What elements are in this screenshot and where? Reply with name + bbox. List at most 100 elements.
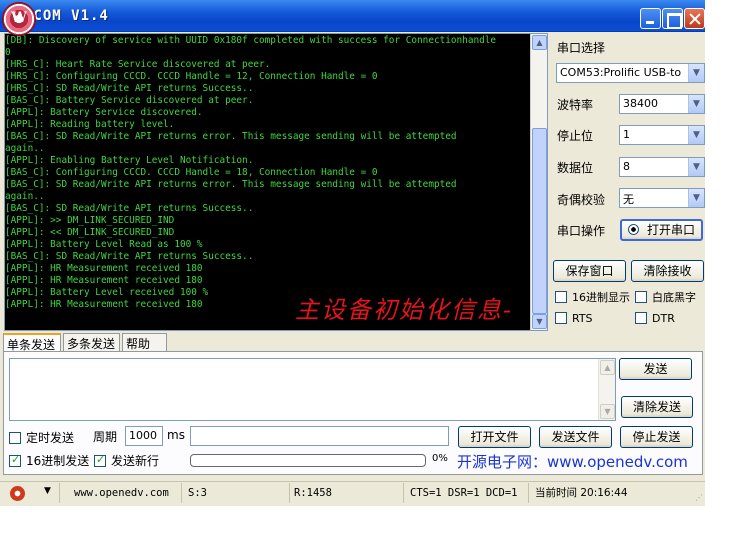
receive-terminal[interactable]: [DB]: Discovery of service with UUID 0x1… xyxy=(4,33,548,331)
log-line: [APPL]: Battery Level Read as 100 % xyxy=(5,239,203,250)
send-scrollbar[interactable]: ▲ ▼ xyxy=(598,359,615,420)
scroll-up-icon[interactable]: ▲ xyxy=(532,35,547,50)
timed-send-checkbox[interactable]: 定时发送 xyxy=(9,429,74,446)
send-panel: ▲ ▼ 发送 清除发送 定时发送 周期 1000 ms 打开文件 发送文件 停止… xyxy=(3,351,703,475)
close-button[interactable] xyxy=(684,8,705,29)
hex-send-checkbox[interactable]: 16进制发送 xyxy=(9,452,89,469)
checkbox-icon[interactable] xyxy=(9,432,21,444)
clear-receive-button[interactable]: 清除接收 xyxy=(631,260,704,282)
newline-checkbox[interactable]: 发送新行 xyxy=(94,452,159,469)
log-line: [HRS_C]: Heart Rate Service discovered a… xyxy=(5,59,271,70)
log-line: [APPL]: >> DM_LINK_SECURED_IND xyxy=(5,215,175,226)
receive-log: [DB]: Discovery of service with UUID 0x1… xyxy=(5,35,529,311)
promo-link[interactable]: 开源电子网：www.openedv.com xyxy=(457,451,688,472)
log-line: [BAS_C]: SD Read/Write API returns Succe… xyxy=(5,203,254,214)
log-line: [HRS_C]: SD Read/Write API returns Succe… xyxy=(5,83,254,94)
status-time: 当前时间 20:16:44 xyxy=(535,487,628,499)
scroll-thumb[interactable] xyxy=(532,128,547,314)
status-received: R:1458 xyxy=(290,483,404,503)
baud-value: 38400 xyxy=(623,97,658,110)
parity-select[interactable]: 无 ▼ xyxy=(619,188,705,208)
checkbox-icon[interactable] xyxy=(635,312,647,324)
parity-value: 无 xyxy=(623,193,634,206)
status-lines: CTS=1 DSR=1 DCD=1 xyxy=(406,483,529,503)
xcom-window: W XCOM V1.4 [DB]: Discovery of service w… xyxy=(0,0,705,506)
file-path-input[interactable] xyxy=(190,426,449,446)
stop-send-button[interactable]: 停止发送 xyxy=(620,426,693,448)
send-button[interactable]: 发送 xyxy=(619,358,692,380)
stopbits-label: 停止位 xyxy=(557,129,594,143)
log-line: [DB]: Discovery of service with UUID 0x1… xyxy=(5,35,497,46)
receive-scrollbar[interactable]: ▲ ▼ xyxy=(530,34,547,330)
send-file-button[interactable]: 发送文件 xyxy=(539,426,612,448)
open-port-button[interactable]: 打开串口 xyxy=(620,219,703,241)
log-line: [BAS_C]: SD Read/Write API returns error… xyxy=(5,179,457,190)
port-status-icon xyxy=(627,224,639,235)
chevron-down-icon[interactable]: ▼ xyxy=(688,95,704,113)
chevron-down-icon[interactable]: ▼ xyxy=(688,64,704,82)
clear-send-button[interactable]: 清除发送 xyxy=(621,396,693,418)
stopbits-select[interactable]: 1 ▼ xyxy=(619,125,705,145)
stopbits-value: 1 xyxy=(623,128,630,141)
databits-select[interactable]: 8 ▼ xyxy=(619,157,705,177)
tab-multi-send[interactable]: 多条发送 xyxy=(63,333,120,351)
baud-select[interactable]: 38400 ▼ xyxy=(619,94,705,114)
parity-label: 奇偶校验 xyxy=(557,193,606,207)
hex-display-checkbox[interactable]: 16进制显示 xyxy=(555,289,630,305)
window-title: XCOM V1.4 xyxy=(24,8,109,24)
resize-grip-icon[interactable]: ⋰ xyxy=(695,493,703,502)
maximize-button[interactable] xyxy=(662,8,683,29)
checkbox-checked-icon[interactable] xyxy=(94,453,106,467)
databits-label: 数据位 xyxy=(557,161,594,175)
chevron-down-icon[interactable]: ▼ xyxy=(688,158,704,176)
dtr-checkbox[interactable]: DTR xyxy=(635,312,675,325)
settings-panel: 串口选择 COM53:Prolific USB-to ▼ 波特率 38400 ▼… xyxy=(553,33,705,333)
rts-checkbox[interactable]: RTS xyxy=(555,312,593,325)
databits-value: 8 xyxy=(623,160,630,173)
send-textarea[interactable]: ▲ ▼ xyxy=(9,358,616,421)
save-window-button[interactable]: 保存窗口 xyxy=(553,260,626,282)
log-line: [BAS_C]: SD Read/Write API returns error… xyxy=(5,131,457,142)
port-value: COM53:Prolific USB-to xyxy=(560,66,682,79)
hex-display-label: 16进制显示 xyxy=(572,291,630,304)
title-bar[interactable]: W XCOM V1.4 xyxy=(0,0,705,36)
chevron-down-icon[interactable]: ▼ xyxy=(688,189,704,207)
checkbox-icon[interactable] xyxy=(555,291,567,303)
log-line: [APPL]: Battery Service discovered. xyxy=(5,107,203,118)
checkbox-icon[interactable] xyxy=(555,312,567,324)
port-select[interactable]: COM53:Prolific USB-to ▼ xyxy=(556,63,705,83)
white-bg-checkbox[interactable]: 白底黑字 xyxy=(635,289,696,305)
scroll-up-icon[interactable]: ▲ xyxy=(600,360,615,375)
log-line: [BAS_C]: Configuring CCCD. CCCD Handle =… xyxy=(5,167,378,178)
status-bar: ▼ www.openedv.com S:3 R:1458 CTS=1 DSR=1… xyxy=(0,481,705,504)
period-unit: ms xyxy=(167,428,185,442)
tab-single-send[interactable]: 单条发送 xyxy=(3,333,61,352)
status-sent: S:3 xyxy=(184,483,290,503)
log-line: again.. xyxy=(5,191,45,202)
status-url: www.openedv.com xyxy=(70,483,182,503)
minimize-button[interactable] xyxy=(640,8,661,29)
open-file-button[interactable]: 打开文件 xyxy=(458,426,531,448)
baud-label: 波特率 xyxy=(557,98,594,112)
overlay-annotation: 主设备初始化信息- xyxy=(295,296,514,324)
log-line: [APPL]: Reading battery level. xyxy=(5,119,175,130)
status-divider xyxy=(59,483,60,503)
log-line: [APPL]: << DM_LINK_SECURED_IND xyxy=(5,227,175,238)
log-line: [APPL]: HR Measurement received 180 xyxy=(5,275,203,286)
log-line: again.. xyxy=(5,143,45,154)
chevron-down-icon[interactable]: ▼ xyxy=(44,486,51,496)
period-input[interactable]: 1000 xyxy=(125,426,163,446)
log-line: [APPL]: HR Measurement received 180 xyxy=(5,263,203,274)
checkbox-icon[interactable] xyxy=(635,291,647,303)
tab-help[interactable]: 帮助 xyxy=(122,333,167,351)
logo-letter: W xyxy=(11,10,27,26)
period-label: 周期 xyxy=(93,430,118,444)
progress-percent: 0% xyxy=(432,453,448,464)
status-logo-icon[interactable] xyxy=(10,486,25,501)
checkbox-checked-icon[interactable] xyxy=(9,453,21,467)
chevron-down-icon[interactable]: ▼ xyxy=(688,126,704,144)
scroll-down-icon[interactable]: ▼ xyxy=(600,404,615,419)
white-bg-label: 白底黑字 xyxy=(652,291,696,304)
scroll-down-icon[interactable]: ▼ xyxy=(532,314,547,329)
operation-label: 串口操作 xyxy=(557,224,606,238)
